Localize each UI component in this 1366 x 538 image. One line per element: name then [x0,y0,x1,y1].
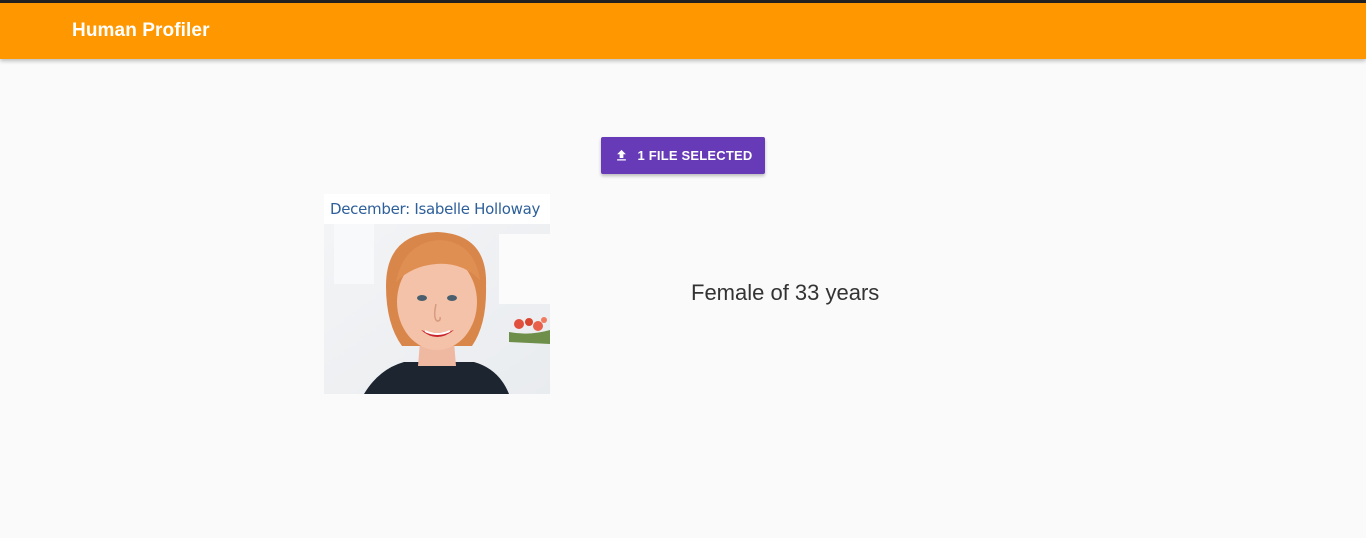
uploaded-photo: December: Isabelle Holloway [324,194,550,394]
portrait-image [324,224,550,394]
app-bar: Human Profiler [0,3,1366,59]
upload-icon [614,148,629,163]
photo-caption: December: Isabelle Holloway [330,200,541,218]
app-title: Human Profiler [72,20,210,41]
profile-result: Female of 33 years [691,280,880,305]
upload-file-button[interactable]: 1 FILE SELECTED [601,137,765,174]
upload-button-label: 1 FILE SELECTED [637,148,753,163]
